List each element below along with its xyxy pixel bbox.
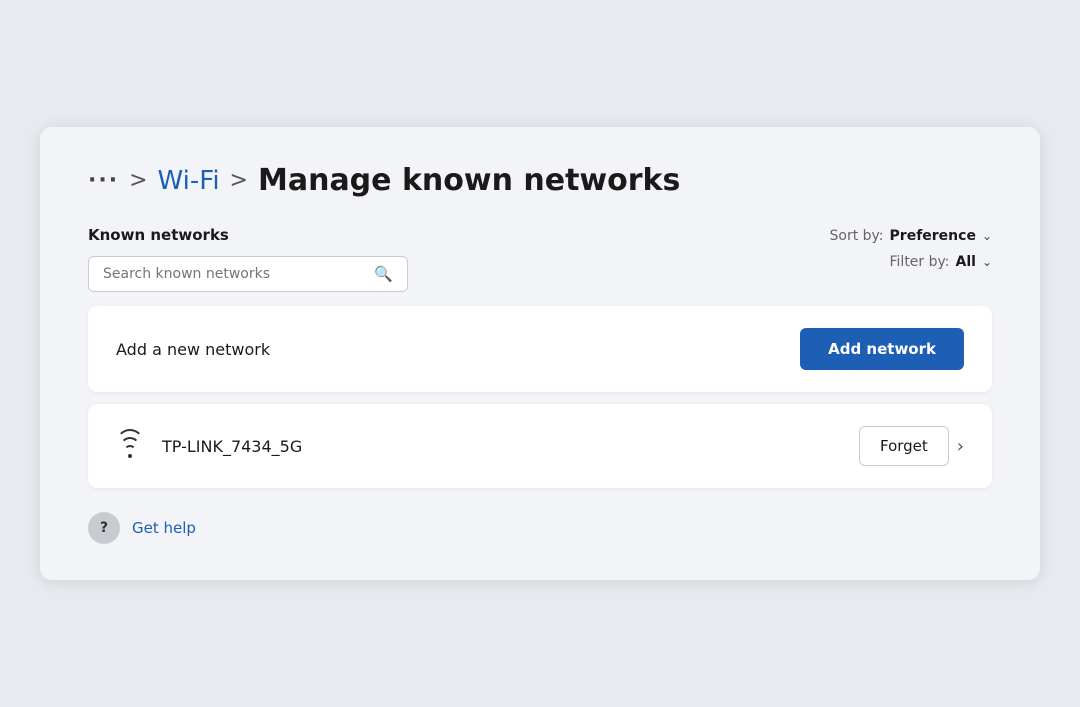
network-item: TP-LINK_7434_5G <box>116 435 302 457</box>
filter-dropdown[interactable]: Filter by: All ⌄ <box>890 254 993 270</box>
sort-label: Sort by: <box>830 228 884 244</box>
breadcrumb-sep-1: > <box>129 168 147 193</box>
right-controls: Sort by: Preference ⌄ Filter by: All ⌄ <box>830 226 993 270</box>
get-help-link[interactable]: Get help <box>132 519 196 537</box>
add-network-card: Add a new network Add network <box>88 306 992 392</box>
help-icon <box>88 512 120 544</box>
add-network-text: Add a new network <box>116 340 270 359</box>
filter-chevron-down-icon: ⌄ <box>982 255 992 269</box>
sort-dropdown[interactable]: Sort by: Preference ⌄ <box>830 228 993 244</box>
breadcrumb: ··· > Wi-Fi > Manage known networks <box>88 163 992 198</box>
search-box[interactable]: 🔍 <box>88 256 408 292</box>
wifi-dot <box>128 454 132 458</box>
settings-window: ··· > Wi-Fi > Manage known networks Know… <box>40 127 1040 580</box>
network-actions: Forget › <box>859 426 964 466</box>
wifi-icon <box>116 435 144 457</box>
filter-value: All <box>956 254 976 270</box>
forget-button[interactable]: Forget <box>859 426 949 466</box>
network-chevron-right-icon[interactable]: › <box>957 436 964 457</box>
sort-value: Preference <box>890 228 976 244</box>
network-item-card: TP-LINK_7434_5G Forget › <box>88 404 992 488</box>
search-icon: 🔍 <box>374 265 393 283</box>
search-input[interactable] <box>103 266 366 282</box>
left-controls: Known networks 🔍 <box>88 226 408 292</box>
filter-label: Filter by: <box>890 254 950 270</box>
breadcrumb-dots: ··· <box>88 168 119 193</box>
known-networks-label: Known networks <box>88 226 408 244</box>
help-row: Get help <box>88 512 992 544</box>
breadcrumb-wifi-link[interactable]: Wi-Fi <box>158 166 220 196</box>
sort-chevron-down-icon: ⌄ <box>982 229 992 243</box>
add-network-button[interactable]: Add network <box>800 328 964 370</box>
page-title: Manage known networks <box>258 163 680 198</box>
network-name: TP-LINK_7434_5G <box>162 437 302 456</box>
breadcrumb-sep-2: > <box>230 168 248 193</box>
controls-row: Known networks 🔍 Sort by: Preference ⌄ F… <box>88 226 992 292</box>
